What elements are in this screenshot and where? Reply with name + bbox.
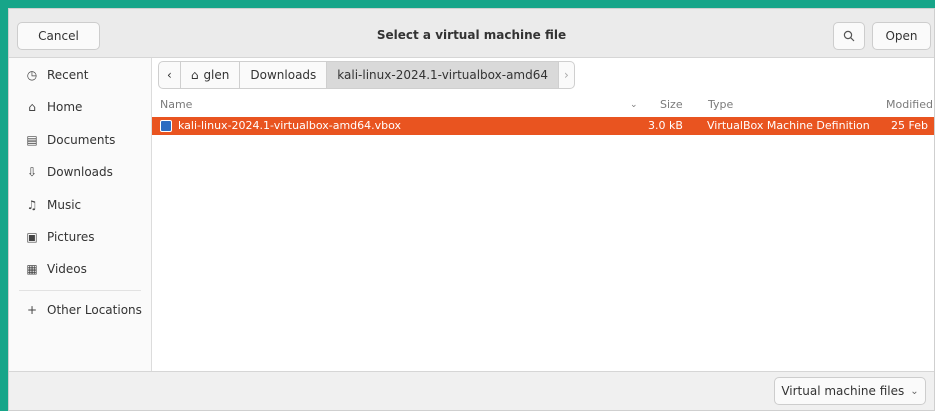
sidebar-item-videos[interactable]: ▦ Videos bbox=[9, 254, 150, 284]
plus-icon: + bbox=[26, 303, 38, 317]
sidebar-item-music[interactable]: ♫ Music bbox=[9, 190, 150, 220]
sidebar-item-label: Recent bbox=[47, 68, 89, 82]
search-icon bbox=[843, 30, 855, 42]
file-modified: 25 Feb bbox=[891, 119, 928, 132]
sidebar-item-documents[interactable]: ▤ Documents bbox=[9, 125, 150, 155]
dialog-footer: Virtual machine files ⌄ bbox=[9, 371, 934, 410]
document-icon: ▤ bbox=[26, 133, 38, 147]
sidebar-item-label: Pictures bbox=[47, 230, 95, 244]
file-row-selected[interactable]: kali-linux-2024.1-virtualbox-amd64.vbox … bbox=[152, 117, 934, 135]
cancel-button[interactable]: Cancel bbox=[17, 22, 100, 50]
picture-icon: ▣ bbox=[26, 230, 38, 244]
file-type-filter-dropdown[interactable]: Virtual machine files ⌄ bbox=[774, 377, 926, 405]
path-crumb-downloads[interactable]: Downloads bbox=[239, 61, 328, 89]
sidebar-item-label: Other Locations bbox=[47, 303, 142, 317]
column-modified[interactable]: Modified bbox=[886, 98, 933, 111]
file-chooser-dialog: Cancel Select a virtual machine file Ope… bbox=[8, 8, 935, 411]
dialog-title: Select a virtual machine file bbox=[376, 28, 567, 42]
sidebar-divider bbox=[19, 290, 141, 291]
file-size: 3.0 kB bbox=[648, 119, 683, 132]
sidebar-item-label: Home bbox=[47, 100, 83, 114]
header-bar: Cancel Select a virtual machine file Ope… bbox=[9, 9, 934, 58]
path-bar: ‹ ⌂ glen Downloads kali-linux-2024.1-vir… bbox=[158, 61, 575, 89]
path-back-button[interactable]: ‹ bbox=[158, 61, 181, 89]
sidebar-item-recent[interactable]: ◷ Recent bbox=[9, 60, 150, 90]
sidebar-item-pictures[interactable]: ▣ Pictures bbox=[9, 222, 150, 252]
open-button[interactable]: Open bbox=[872, 22, 931, 50]
music-icon: ♫ bbox=[26, 198, 38, 212]
column-type[interactable]: Type bbox=[708, 98, 733, 111]
path-crumb-current[interactable]: kali-linux-2024.1-virtualbox-amd64 bbox=[326, 61, 560, 89]
chevron-down-icon: ⌄ bbox=[910, 385, 919, 397]
search-button[interactable] bbox=[833, 22, 865, 50]
clock-icon: ◷ bbox=[26, 68, 38, 82]
sidebar-item-label: Downloads bbox=[47, 165, 113, 179]
sidebar-item-other-locations[interactable]: + Other Locations bbox=[9, 295, 150, 325]
download-icon: ⇩ bbox=[26, 165, 38, 179]
file-name: kali-linux-2024.1-virtualbox-amd64.vbox bbox=[178, 119, 402, 132]
chevron-right-icon: › bbox=[564, 68, 569, 82]
file-list-header: Name ⌄ Size Type Modified bbox=[152, 95, 934, 115]
filter-label: Virtual machine files bbox=[781, 384, 905, 398]
path-crumb-label: glen bbox=[203, 68, 230, 82]
sidebar-item-label: Music bbox=[47, 198, 82, 212]
vbox-file-icon bbox=[160, 120, 172, 132]
home-icon: ⌂ bbox=[190, 68, 199, 82]
column-size[interactable]: Size bbox=[660, 98, 683, 111]
sidebar-item-downloads[interactable]: ⇩ Downloads bbox=[9, 157, 150, 187]
sidebar-item-home[interactable]: ⌂ Home bbox=[9, 92, 150, 122]
video-icon: ▦ bbox=[26, 262, 38, 276]
path-crumb-home[interactable]: ⌂ glen bbox=[179, 61, 241, 89]
home-icon: ⌂ bbox=[28, 100, 36, 114]
sidebar-item-label: Documents bbox=[47, 133, 116, 147]
chevron-left-icon: ‹ bbox=[167, 68, 172, 82]
sort-chevron-icon: ⌄ bbox=[630, 100, 638, 110]
places-sidebar: ◷ Recent ⌂ Home ▤ Documents ⇩ Downloads … bbox=[9, 58, 152, 372]
path-forward-button[interactable]: › bbox=[558, 61, 575, 89]
file-type: VirtualBox Machine Definition bbox=[707, 119, 870, 132]
sidebar-item-label: Videos bbox=[47, 262, 87, 276]
column-name[interactable]: Name bbox=[160, 98, 192, 111]
